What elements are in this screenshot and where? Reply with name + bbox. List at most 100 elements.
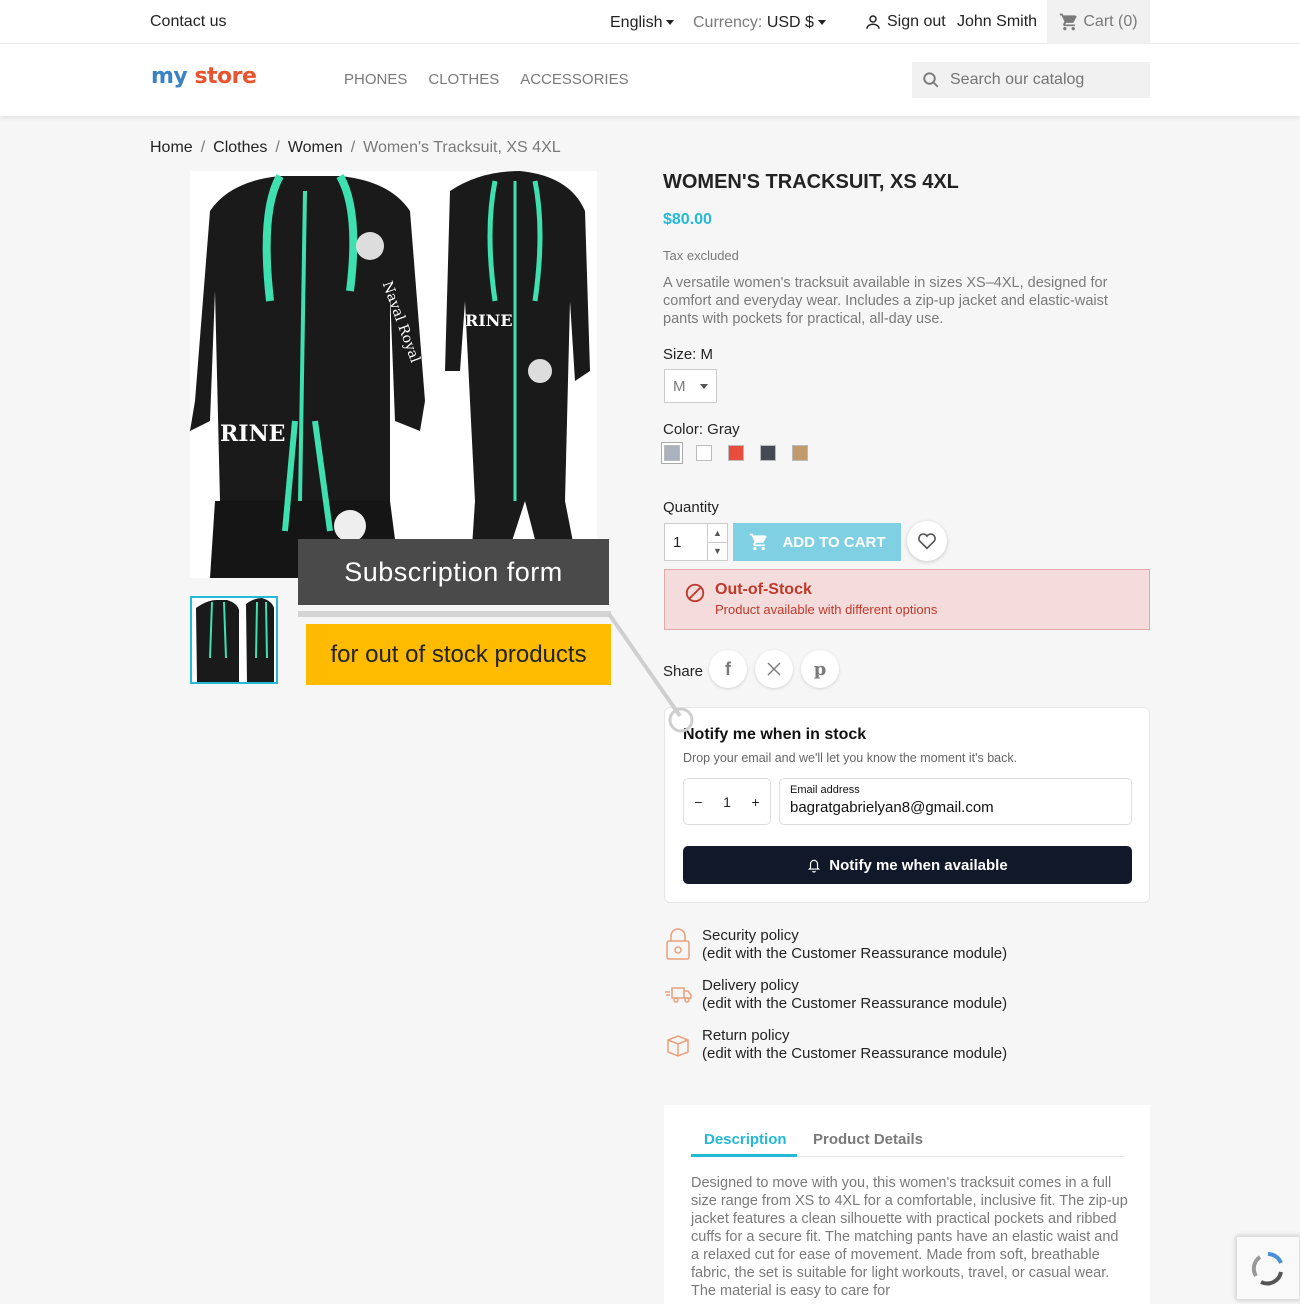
notify-minus-button[interactable]: −: [694, 794, 702, 810]
color-swatch-gray[interactable]: [662, 443, 682, 463]
share-label: Share: [663, 663, 704, 680]
store-logo[interactable]: my store: [151, 64, 257, 89]
search-icon[interactable]: [922, 71, 940, 89]
product-thumbnail[interactable]: [190, 596, 278, 684]
currency-selector[interactable]: Currency: USD $: [693, 14, 826, 32]
chevron-down-icon: [666, 20, 675, 26]
product-tabs: Description Product Details Designed to …: [664, 1105, 1150, 1304]
currency-value: USD $: [766, 14, 814, 31]
notify-me-button[interactable]: Notify me when available: [683, 846, 1132, 884]
quantity-stepper: 1 ▲ ▼: [664, 523, 728, 561]
annotation-label-out-of-stock: for out of stock products: [306, 624, 611, 685]
main-nav: PHONES CLOTHES ACCESSORIES: [344, 71, 629, 88]
logo-store: store: [194, 64, 257, 89]
annotation-label-subscription-form: Subscription form: [298, 539, 609, 605]
reassurance-subtitle: (edit with the Customer Reassurance modu…: [702, 995, 1008, 1012]
nav-phones[interactable]: PHONES: [344, 71, 407, 88]
reassurance-title: Delivery policy: [702, 977, 799, 994]
sign-out-link[interactable]: Sign out: [864, 13, 946, 31]
email-input[interactable]: [790, 799, 1110, 816]
out-of-stock-subtitle: Product available with different options: [715, 602, 938, 617]
contact-us-link[interactable]: Contact us: [150, 13, 226, 31]
size-label: Size: M: [663, 346, 714, 363]
svg-text:RINE: RINE: [220, 421, 285, 447]
tab-active-indicator: [691, 1154, 797, 1157]
lock-icon: [666, 928, 690, 960]
sign-out-label: Sign out: [887, 13, 946, 30]
breadcrumb-current: Women's Tracksuit, XS 4XL: [363, 139, 561, 156]
color-label: Color: Gray: [663, 421, 740, 438]
wishlist-button[interactable]: [907, 521, 947, 561]
reassurance-subtitle: (edit with the Customer Reassurance modu…: [702, 945, 1008, 962]
cart-icon: [750, 533, 768, 551]
breadcrumb-separator: /: [350, 139, 356, 156]
search-box: [912, 62, 1150, 98]
annotation-connector-bar: [298, 611, 611, 617]
search-input[interactable]: [950, 71, 1140, 89]
email-field: Email address: [779, 778, 1132, 825]
chevron-down-icon: [817, 20, 826, 26]
recaptcha-badge[interactable]: [1236, 1236, 1300, 1300]
add-to-cart-label: ADD TO CART: [782, 533, 886, 551]
cart-button[interactable]: Cart (0): [1047, 0, 1150, 44]
breadcrumb-clothes[interactable]: Clothes: [213, 139, 267, 157]
cart-label: Cart (0): [1083, 13, 1138, 30]
add-to-cart-button[interactable]: ADD TO CART: [733, 523, 901, 561]
size-select-value: M: [673, 377, 686, 395]
facebook-share-button[interactable]: f: [709, 650, 747, 688]
bell-icon: [808, 859, 821, 873]
color-swatch-dark[interactable]: [760, 445, 776, 461]
reassurance-delivery: Delivery policy (edit with the Customer R…: [664, 977, 1007, 1013]
reassurance-return: Return policy (edit with the Customer Rea…: [664, 1027, 1007, 1063]
pinterest-share-button[interactable]: p: [801, 650, 839, 688]
account-link[interactable]: John Smith: [957, 13, 1037, 31]
nav-accessories[interactable]: ACCESSORIES: [520, 71, 628, 88]
truck-icon: [665, 987, 692, 1003]
color-swatch-red[interactable]: [728, 445, 744, 461]
product-price: $80.00: [663, 211, 712, 228]
breadcrumb-separator: /: [275, 139, 280, 156]
reassurance-title: Security policy: [702, 927, 799, 944]
user-icon: [866, 15, 880, 29]
notify-subscription-form: Notify me when in stock Drop your email …: [664, 707, 1150, 903]
size-select[interactable]: M: [664, 369, 717, 403]
quantity-up-button[interactable]: ▲: [708, 524, 727, 543]
pinterest-icon: p: [813, 658, 827, 680]
product-title: WOMEN'S TRACKSUIT, XS 4XL: [663, 171, 959, 193]
tax-label: Tax excluded: [663, 248, 739, 263]
breadcrumb-women[interactable]: Women: [288, 139, 343, 157]
logo-my: my: [151, 64, 188, 89]
nav-clothes[interactable]: CLOTHES: [428, 71, 499, 88]
reassurance-title: Return policy: [702, 1027, 790, 1044]
quantity-arrows: ▲ ▼: [707, 524, 727, 560]
tab-product-details[interactable]: Product Details: [813, 1131, 923, 1148]
product-short-description: A versatile women's tracksuit available …: [663, 275, 1108, 327]
box-icon: [667, 1035, 689, 1057]
out-of-stock-alert: Out-of-Stock Product available with diff…: [664, 569, 1150, 630]
language-selector[interactable]: English: [610, 14, 675, 32]
site-header: my store PHONES CLOTHES ACCESSORIES: [0, 44, 1300, 116]
svg-text:RINE: RINE: [465, 311, 513, 330]
out-of-stock-title: Out-of-Stock: [715, 581, 812, 598]
color-swatch-camel[interactable]: [792, 445, 808, 461]
ban-icon: [685, 583, 705, 603]
notify-plus-button[interactable]: +: [752, 794, 760, 810]
reassurance-subtitle: (edit with the Customer Reassurance modu…: [702, 1045, 1008, 1062]
color-swatch-white[interactable]: [696, 445, 712, 461]
quantity-input[interactable]: 1: [665, 524, 707, 560]
color-swatches: [662, 443, 808, 463]
breadcrumb-home[interactable]: Home: [150, 139, 193, 157]
tab-description[interactable]: Description: [704, 1131, 787, 1148]
currency-label: Currency:: [693, 14, 763, 31]
tab-description-content: Designed to move with you, this women's …: [691, 1175, 1128, 1299]
product-main-image[interactable]: RINE Naval Royal RINE: [190, 171, 597, 578]
notify-quantity-value[interactable]: 1: [723, 794, 731, 810]
notify-me-label: Notify me when available: [829, 856, 1008, 874]
x-share-button[interactable]: [755, 650, 793, 688]
notify-heading: Notify me when in stock: [683, 726, 867, 743]
top-bar: Contact us English Currency: USD $ Sign …: [0, 0, 1300, 44]
quantity-down-button[interactable]: ▼: [708, 543, 727, 561]
heart-icon: [918, 533, 936, 550]
facebook-icon: f: [725, 658, 731, 679]
notify-quantity-stepper: − 1 +: [683, 778, 771, 825]
